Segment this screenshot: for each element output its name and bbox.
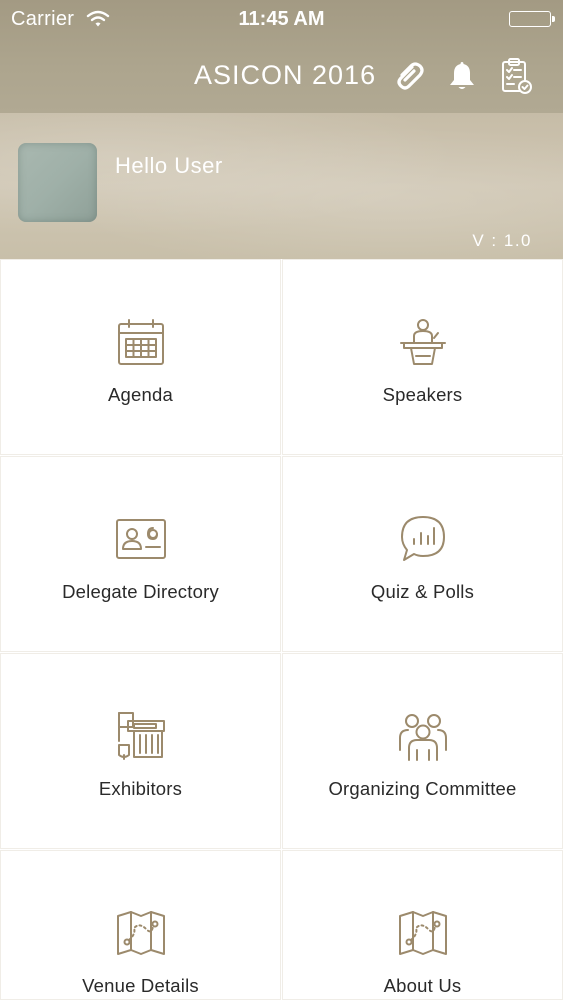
menu-label-organizing-committee: Organizing Committee [328,778,517,799]
menu-label-about-us: About Us [383,975,462,996]
menu-tile-organizing-committee[interactable]: Organizing Committee [282,653,563,849]
exhibitor-booth-icon [113,708,169,764]
menu-label-venue-details: Venue Details [82,975,199,996]
poll-chat-icon [395,511,451,567]
app-header: Carrier 11:45 AM ASICON 2016 [0,0,563,113]
survey-clipboard-icon[interactable] [496,56,536,96]
menu-label-delegate-directory: Delegate Directory [62,581,219,602]
status-bar: Carrier 11:45 AM [0,0,563,40]
speaker-podium-icon [395,314,451,370]
bell-icon[interactable] [442,56,482,96]
menu-tile-quiz-polls[interactable]: Quiz & Polls [282,456,563,652]
calendar-icon [113,314,169,370]
menu-tile-about-us[interactable]: About Us [282,850,563,1000]
menu-label-speakers: Speakers [382,384,463,405]
menu-label-exhibitors: Exhibitors [98,778,183,799]
status-time: 11:45 AM [238,8,325,30]
attachment-icon[interactable] [389,56,429,96]
menu-tile-venue-details[interactable]: Venue Details [0,850,281,1000]
battery-icon [509,11,555,27]
map-icon [395,905,451,961]
map-icon [113,905,169,961]
app-title: ASICON 2016 [194,60,377,90]
greeting-text: Hello User [115,153,223,178]
menu-grid: Agenda Speakers Delegate Directory Quiz … [0,259,563,1000]
menu-label-agenda: Agenda [108,384,173,405]
contact-card-icon [113,511,169,567]
avatar[interactable] [18,143,97,222]
menu-tile-exhibitors[interactable]: Exhibitors [0,653,281,849]
app-version: V : 1.0 [472,231,532,250]
profile-banner: Hello User V : 1.0 [0,113,563,259]
menu-tile-delegate-directory[interactable]: Delegate Directory [0,456,281,652]
menu-label-quiz-polls: Quiz & Polls [370,581,475,602]
group-icon [395,708,451,764]
menu-tile-speakers[interactable]: Speakers [282,259,563,455]
menu-tile-agenda[interactable]: Agenda [0,259,281,455]
